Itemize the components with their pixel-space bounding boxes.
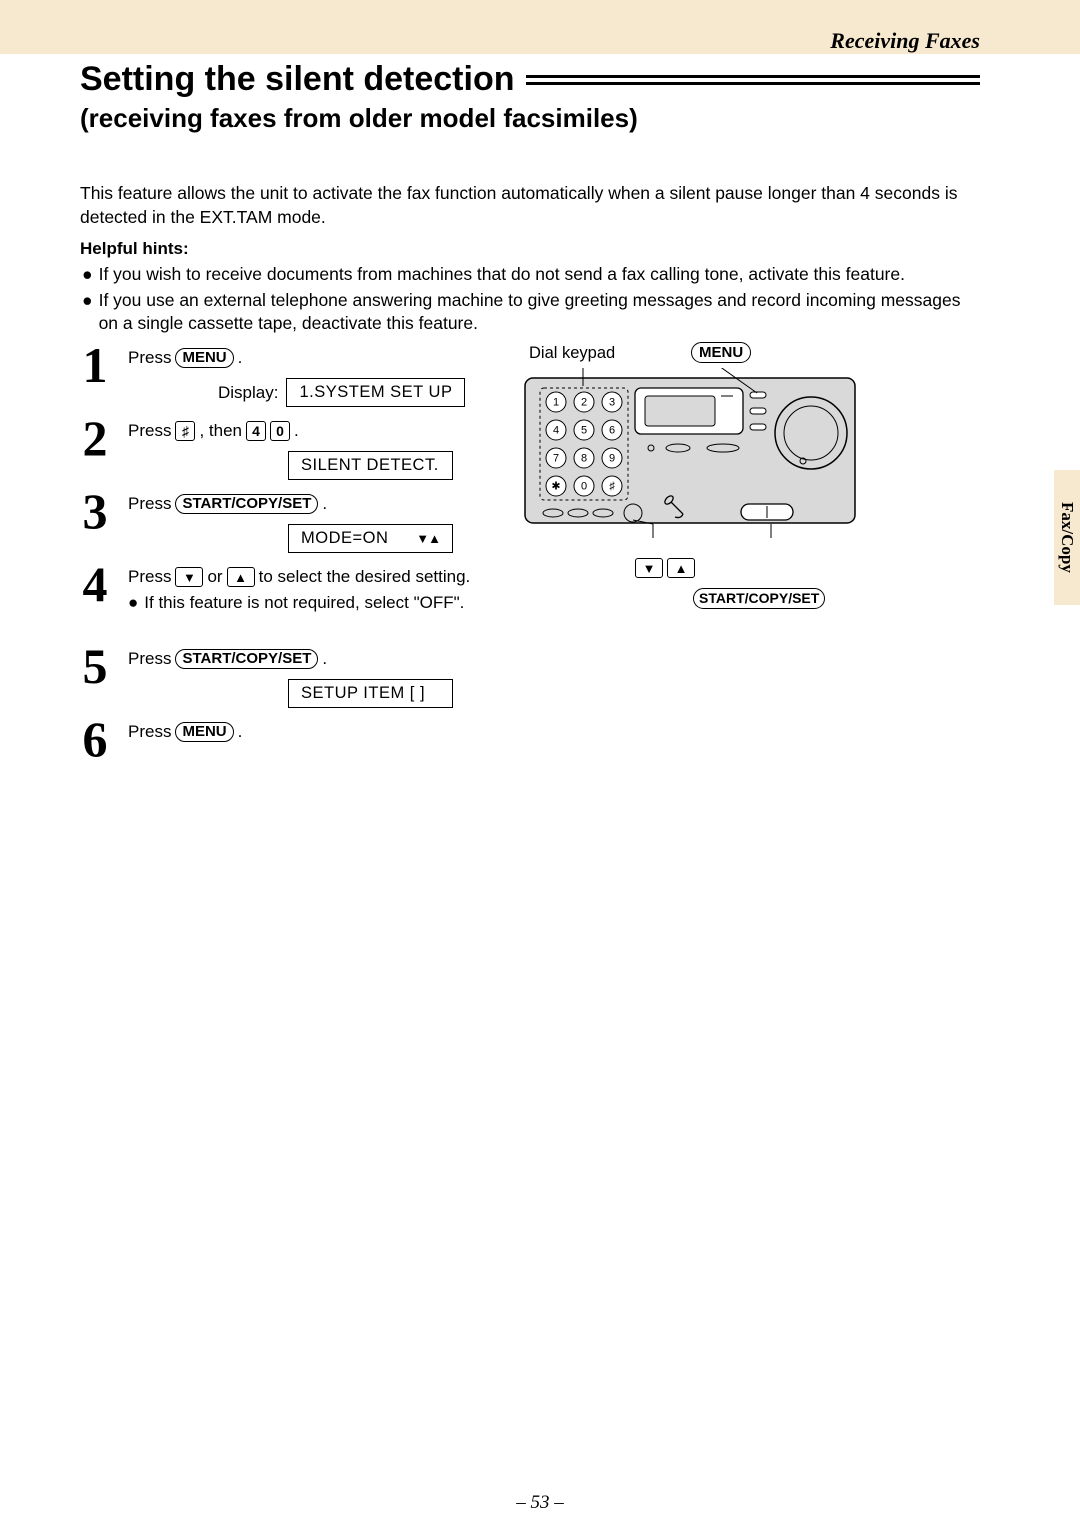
svg-text:9: 9	[609, 453, 615, 465]
step-text: , then	[199, 421, 242, 441]
hint-item: ● If you use an external telephone answe…	[80, 289, 980, 336]
dial-keypad-label: Dial keypad	[529, 344, 615, 363]
device-diagram: Dial keypad MENU	[523, 340, 863, 620]
helpful-hints: Helpful hints: ● If you wish to receive …	[80, 238, 980, 336]
svg-text:7: 7	[553, 453, 559, 465]
start-copy-set-button: START/COPY/SET	[175, 649, 318, 669]
step-text: .	[238, 348, 243, 368]
down-key-callout: ▼	[635, 558, 663, 578]
hint-text: If you use an external telephone answeri…	[99, 289, 980, 336]
step: 5 Press START/COPY/SET . SETUP ITEM [ ]	[80, 641, 510, 708]
step-number: 2	[80, 413, 110, 463]
up-key-callout: ▲	[667, 558, 695, 578]
down-key: ▼	[175, 567, 203, 587]
device-illustration: 1 2 3 4 5 6 7 8 9 ✱ 0 ♯	[523, 368, 859, 538]
lcd-display: 1.SYSTEM SET UP	[286, 378, 465, 407]
svg-text:8: 8	[581, 453, 587, 465]
step: 4 Press ▼ or ▲ to select the desired set…	[80, 559, 510, 621]
step-text: .	[322, 494, 327, 514]
hints-heading: Helpful hints:	[80, 238, 980, 261]
step: 1 Press MENU . Display: 1.SYSTEM SET UP	[80, 340, 510, 407]
step-text: Press	[128, 722, 171, 742]
side-tab-label: Fax/Copy	[1057, 502, 1077, 573]
svg-text:0: 0	[581, 481, 587, 493]
step-number: 1	[80, 340, 110, 390]
step: 3 Press START/COPY/SET . MODE=ON ▼▲	[80, 486, 510, 553]
svg-text:6: 6	[609, 425, 615, 437]
lcd-display: SETUP ITEM [ ]	[288, 679, 453, 708]
zero-key: 0	[270, 421, 290, 441]
step-number: 3	[80, 486, 110, 536]
svg-text:3: 3	[609, 397, 615, 409]
step-text: Press	[128, 421, 171, 441]
menu-button: MENU	[175, 348, 233, 368]
page-title: Setting the silent detection	[80, 60, 514, 99]
step: 2 Press ♯ , then 4 0 . SILENT DETECT.	[80, 413, 510, 480]
lcd-display: SILENT DETECT.	[288, 451, 453, 480]
section-header: Receiving Faxes	[830, 28, 980, 54]
svg-text:5: 5	[581, 425, 587, 437]
display-label: Display:	[218, 383, 278, 403]
step-text: to select the desired setting.	[259, 567, 471, 587]
step: 6 Press MENU .	[80, 714, 510, 776]
step-text: Press	[128, 348, 171, 368]
intro-paragraph: This feature allows the unit to activate…	[80, 182, 980, 229]
step-text: .	[238, 722, 243, 742]
step-note: If this feature is not required, select …	[144, 593, 464, 613]
step-text: .	[322, 649, 327, 669]
bullet-icon: ●	[80, 263, 93, 287]
start-copy-set-button: START/COPY/SET	[175, 494, 318, 514]
step-number: 5	[80, 641, 110, 691]
lcd-display: MODE=ON ▼▲	[288, 524, 453, 553]
svg-text:✱: ✱	[551, 481, 560, 493]
svg-text:1: 1	[553, 397, 559, 409]
bullet-icon: ●	[80, 289, 93, 336]
hint-text: If you wish to receive documents from ma…	[99, 263, 905, 287]
step-text: or	[207, 567, 222, 587]
svg-text:♯: ♯	[609, 481, 615, 493]
title-double-rule	[526, 74, 980, 86]
step-text: Press	[128, 567, 171, 587]
side-tab: Fax/Copy	[1054, 470, 1080, 605]
svg-text:2: 2	[581, 397, 587, 409]
menu-button-callout: MENU	[691, 342, 751, 363]
bullet-icon: ●	[128, 593, 138, 613]
start-copy-set-callout: START/COPY/SET	[693, 588, 825, 609]
arrow-indicator: ▼▲	[416, 531, 440, 546]
step-text: .	[294, 421, 299, 441]
step-number: 6	[80, 714, 110, 764]
hash-key: ♯	[175, 421, 195, 441]
step-text: Press	[128, 649, 171, 669]
menu-button: MENU	[175, 722, 233, 742]
up-key: ▲	[227, 567, 255, 587]
page-number: – 53 –	[0, 1492, 1080, 1514]
page-subtitle: (receiving faxes from older model facsim…	[80, 103, 980, 134]
svg-text:4: 4	[553, 425, 559, 437]
steps-list: 1 Press MENU . Display: 1.SYSTEM SET UP …	[80, 340, 510, 782]
hint-item: ● If you wish to receive documents from …	[80, 263, 980, 287]
step-number: 4	[80, 559, 110, 609]
step-text: Press	[128, 494, 171, 514]
four-key: 4	[246, 421, 266, 441]
